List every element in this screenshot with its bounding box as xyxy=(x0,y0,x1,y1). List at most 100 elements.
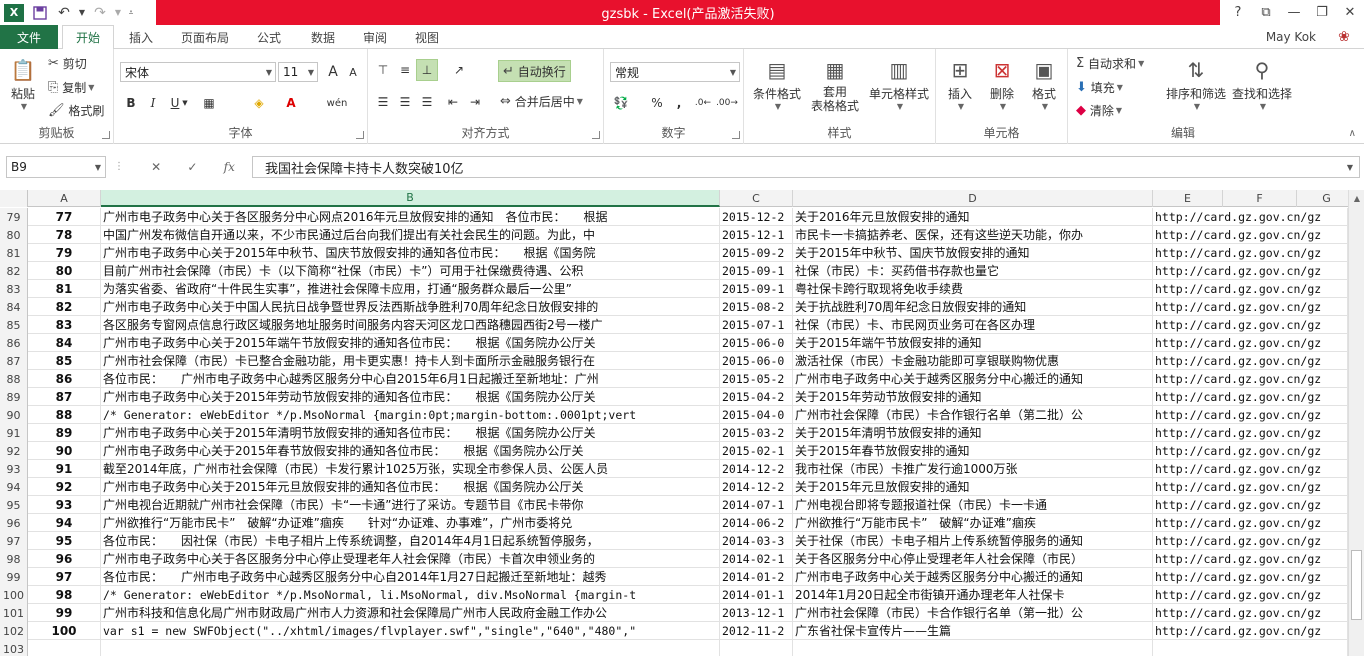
cell-b[interactable]: 广州市电子政务中心关于2015年劳动节放假安排的通知各位市民： 根据《国务院办公… xyxy=(101,388,720,406)
insert-function-icon[interactable]: fx xyxy=(224,160,235,174)
fill-color-icon[interactable]: ◈ xyxy=(248,92,270,114)
cell-e[interactable]: http://card.gz.gov.cn/gz xyxy=(1153,370,1348,388)
font-size-select[interactable]: 11 ▼ xyxy=(278,62,318,82)
cell-c[interactable]: 2012-11-2 xyxy=(720,622,793,640)
table-row[interactable]: 87 85 广州市社会保障（市民）卡已整合金融功能，用卡更实惠！持卡人到卡面所示金融… xyxy=(0,352,1348,370)
cell-d[interactable]: 广州市社会保障（市民）卡合作银行名单（第一批）公 xyxy=(793,604,1153,622)
row-header[interactable]: 95 xyxy=(0,496,28,514)
row-header[interactable]: 102 xyxy=(0,622,28,640)
cell-b[interactable]: 广州市科技和信息化局广州市财政局广州市人力资源和社会保障局广州市人民政府金融工作… xyxy=(101,604,720,622)
cell-c[interactable]: 2015-12-2 xyxy=(720,208,793,226)
tab-page-layout[interactable]: 页面布局 xyxy=(172,25,238,49)
cell-d[interactable]: 社保（市民）卡：买药借书存款也量它 xyxy=(793,262,1153,280)
row-header[interactable]: 79 xyxy=(0,208,28,226)
cell-e[interactable]: http://card.gz.gov.cn/gz xyxy=(1153,568,1348,586)
cell-a[interactable]: 85 xyxy=(28,352,101,370)
insert-cells-button[interactable]: ⊞ 插入 ▼ xyxy=(940,55,980,111)
row-header[interactable]: 88 xyxy=(0,370,28,388)
cell-c[interactable]: 2015-04-0 xyxy=(720,406,793,424)
close-button[interactable]: ✕ xyxy=(1336,0,1364,25)
cell-d[interactable]: 激活社保（市民）卡金融功能即可享银联购物优惠 xyxy=(793,352,1153,370)
cell-c[interactable]: 2015-07-1 xyxy=(720,316,793,334)
cell-b[interactable]: var s1 = new SWFObject("../xhtml/images/… xyxy=(101,622,720,640)
cell-a[interactable]: 91 xyxy=(28,460,101,478)
worksheet-grid[interactable]: A B C D E F G 79 77 广州市电子政务中心关于各区服务分中心网点20… xyxy=(0,190,1348,656)
cell-a[interactable]: 89 xyxy=(28,424,101,442)
align-center-icon[interactable]: ☰ xyxy=(394,91,416,113)
cell-d[interactable]: 广东省社保卡宣传片——生篇 xyxy=(793,622,1153,640)
merge-center-button[interactable]: ⇔ 合并后居中 ▼ xyxy=(500,93,583,110)
cell-c[interactable]: 2014-02-1 xyxy=(720,550,793,568)
cell-a[interactable]: 80 xyxy=(28,262,101,280)
cell-d[interactable]: 社保（市民）卡、市民网页业务可在各区办理 xyxy=(793,316,1153,334)
table-row[interactable]: 92 90 广州市电子政务中心关于2015年春节放假安排的通知各位市民： 根据《国务… xyxy=(0,442,1348,460)
tab-home[interactable]: 开始 xyxy=(62,25,114,50)
cell-a[interactable]: 95 xyxy=(28,532,101,550)
dialog-launcher-icon[interactable] xyxy=(732,131,740,139)
conditional-format-button[interactable]: ▤ 条件格式 ▼ xyxy=(748,55,806,111)
cell-b[interactable]: 为落实省委、省政府“十件民生实事”，推进社会保障卡应用，打通“服务群众最后一公里… xyxy=(101,280,720,298)
table-row[interactable]: 88 86 各位市民： 广州市电子政务中心越秀区服务分中心自2015年6月1日起搬迁… xyxy=(0,370,1348,388)
user-name[interactable]: May Kok xyxy=(1266,25,1316,49)
table-row[interactable]: 100 98/* Generator: eWebEditor */p.MsoNor… xyxy=(0,586,1348,604)
cell-b[interactable]: 截至2014年底，广州市社会保障（市民）卡发行累计1025万张，实现全市参保人员… xyxy=(101,460,720,478)
cell-e[interactable]: http://card.gz.gov.cn/gz xyxy=(1153,316,1348,334)
cell-c[interactable]: 2014-01-1 xyxy=(720,586,793,604)
cell-b[interactable]: 广州市电子政务中心关于2015年清明节放假安排的通知各位市民： 根据《国务院办公… xyxy=(101,424,720,442)
cell-d[interactable] xyxy=(793,640,1153,656)
percent-button[interactable]: % xyxy=(646,92,668,114)
table-row[interactable]: 96 94 广州欲推行“万能市民卡” 破解“办证难”痼疾 针对“办证难、办事难”，广… xyxy=(0,514,1348,532)
cell-e[interactable]: http://card.gz.gov.cn/gz xyxy=(1153,532,1348,550)
cell-d[interactable]: 市民卡一卡搞掂养老、医保，还有这些逆天功能，你办 xyxy=(793,226,1153,244)
cell-b[interactable]: 广州市电子政务中心关于各区服务分中心停止受理老年人社会保障（市民）卡首次申领业务… xyxy=(101,550,720,568)
cell-c[interactable]: 2014-12-2 xyxy=(720,478,793,496)
avatar[interactable]: ❀ xyxy=(1330,26,1358,48)
borders-icon[interactable]: ▦ xyxy=(198,92,220,114)
cell-d[interactable]: 关于2015年清明节放假安排的通知 xyxy=(793,424,1153,442)
cell-e[interactable]: http://card.gz.gov.cn/gz xyxy=(1153,280,1348,298)
format-cells-button[interactable]: ▣ 格式 ▼ xyxy=(1024,55,1064,111)
font-name-select[interactable]: 宋体 ▼ xyxy=(120,62,276,82)
cell-e[interactable]: http://card.gz.gov.cn/gz xyxy=(1153,478,1348,496)
delete-cells-button[interactable]: ⊠ 删除 ▼ xyxy=(982,55,1022,111)
font-color-icon[interactable]: A xyxy=(280,92,302,114)
cell-a[interactable]: 88 xyxy=(28,406,101,424)
increase-indent-icon[interactable]: ⇥ xyxy=(464,91,486,113)
row-header[interactable]: 94 xyxy=(0,478,28,496)
cell-a[interactable]: 81 xyxy=(28,280,101,298)
cell-d[interactable]: 广州市社会保障（市民）卡合作银行名单（第二批）公 xyxy=(793,406,1153,424)
grow-font-button[interactable]: A xyxy=(322,61,344,83)
cell-styles-button[interactable]: ▥ 单元格样式 ▼ xyxy=(866,55,932,111)
cell-a[interactable]: 87 xyxy=(28,388,101,406)
format-as-table-button[interactable]: ▦ 套用 表格格式 xyxy=(806,55,864,113)
shrink-font-button[interactable]: A xyxy=(342,61,364,83)
enter-icon[interactable]: ✓ xyxy=(187,160,197,174)
clear-button[interactable]: ◆ 清除 ▼ xyxy=(1076,102,1122,119)
cell-a[interactable]: 78 xyxy=(28,226,101,244)
column-header-c[interactable]: C xyxy=(720,190,793,207)
cell-d[interactable]: 关于2015年中秋节、国庆节放假安排的通知 xyxy=(793,244,1153,262)
row-header[interactable]: 90 xyxy=(0,406,28,424)
row-header[interactable]: 103 xyxy=(0,640,28,656)
cell-e[interactable]: http://card.gz.gov.cn/gz xyxy=(1153,298,1348,316)
cell-a[interactable]: 96 xyxy=(28,550,101,568)
table-row[interactable]: 90 88/* Generator: eWebEditor */p.MsoNorm… xyxy=(0,406,1348,424)
table-row[interactable]: 84 82 广州市电子政务中心关于中国人民抗日战争暨世界反法西斯战争胜利70周年纪念… xyxy=(0,298,1348,316)
cell-d[interactable]: 2014年1月20日起全市街镇开通办理老年人社保卡 xyxy=(793,586,1153,604)
tab-insert[interactable]: 插入 xyxy=(118,25,164,49)
dialog-launcher-icon[interactable] xyxy=(592,131,600,139)
scroll-thumb[interactable] xyxy=(1351,550,1362,620)
align-middle-icon[interactable]: ≡ xyxy=(394,59,416,81)
table-row[interactable]: 102 100 var s1 = new SWFObject("../xhtml/i… xyxy=(0,622,1348,640)
underline-dropdown-icon[interactable]: ▼ xyxy=(180,92,190,114)
row-header[interactable]: 80 xyxy=(0,226,28,244)
comma-button[interactable]: , xyxy=(668,92,690,114)
cell-d[interactable]: 关于2015年端午节放假安排的通知 xyxy=(793,334,1153,352)
vertical-scrollbar[interactable]: ▲ xyxy=(1348,190,1364,656)
cell-a[interactable]: 99 xyxy=(28,604,101,622)
row-header[interactable]: 101 xyxy=(0,604,28,622)
cell-b[interactable]: 广州市电子政务中心关于2015年端午节放假安排的通知各位市民： 根据《国务院办公… xyxy=(101,334,720,352)
table-row[interactable]: 93 91 截至2014年底，广州市社会保障（市民）卡发行累计1025万张，实现全市… xyxy=(0,460,1348,478)
table-row[interactable]: 79 77 广州市电子政务中心关于各区服务分中心网点2016年元旦放假安排的通知 各… xyxy=(0,208,1348,226)
column-header-e[interactable]: E xyxy=(1153,190,1223,207)
